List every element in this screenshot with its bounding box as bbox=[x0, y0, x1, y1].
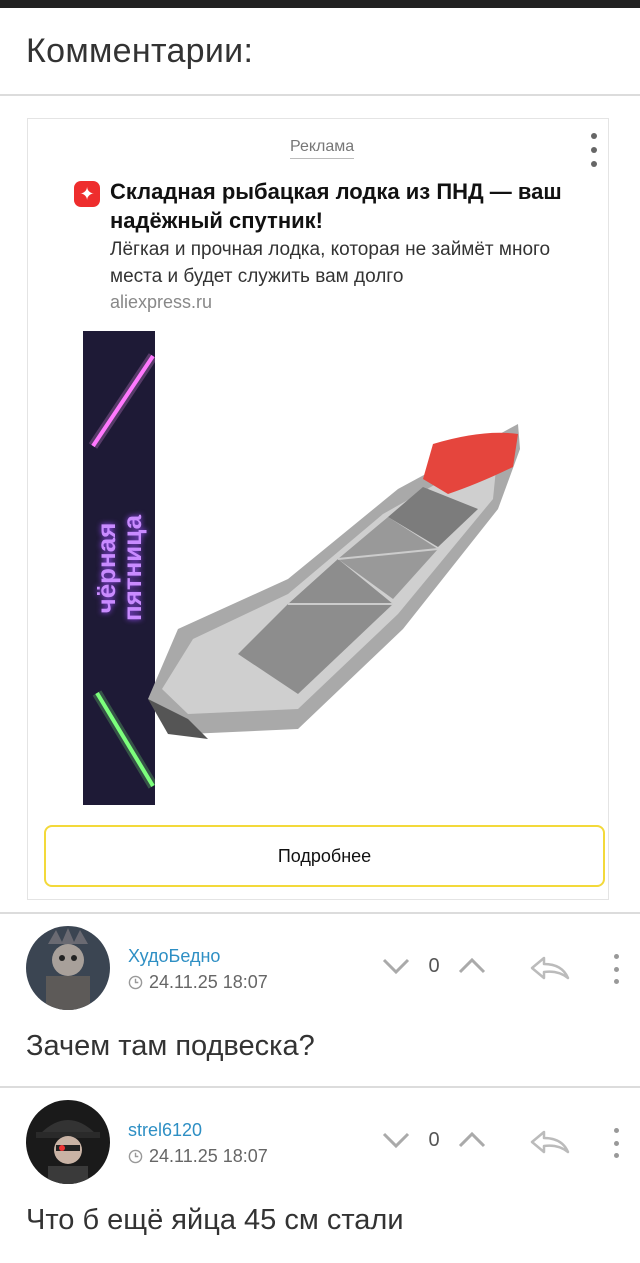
upvote-chevron-icon[interactable] bbox=[456, 954, 488, 978]
vote-count: 0 bbox=[428, 954, 440, 977]
reply-arrow-icon[interactable] bbox=[528, 1128, 572, 1156]
comment-item: ХудоБедно 24.11.25 18:07 0 Зачем там под… bbox=[0, 926, 640, 1086]
reply-arrow-icon[interactable] bbox=[528, 954, 572, 982]
banner-text: чёрная пятница bbox=[91, 514, 147, 622]
ad-title[interactable]: Складная рыбацкая лодка из ПНД — ваш над… bbox=[110, 177, 600, 235]
comment-timestamp: 24.11.25 18:07 bbox=[128, 1146, 268, 1167]
clock-icon bbox=[128, 1149, 143, 1164]
more-vertical-icon[interactable] bbox=[613, 954, 619, 984]
clock-icon bbox=[128, 975, 143, 990]
black-friday-banner: чёрная пятница bbox=[83, 331, 155, 805]
ad-description: Лёгкая и прочная лодка, которая не займё… bbox=[110, 239, 551, 287]
comment-item: strel6120 24.11.25 18:07 0 Что б ещё яйц… bbox=[0, 1100, 640, 1260]
ad-label: Реклама bbox=[290, 138, 355, 159]
vote-count: 0 bbox=[428, 1128, 440, 1151]
ad-details-button[interactable]: Подробнее bbox=[44, 825, 605, 887]
avatar[interactable] bbox=[26, 1100, 110, 1184]
status-bar bbox=[0, 0, 640, 8]
comment-text: Что б ещё яйца 45 см стали bbox=[26, 1204, 404, 1236]
divider bbox=[0, 912, 640, 914]
comment-author[interactable]: strel6120 bbox=[128, 1120, 202, 1141]
downvote-chevron-icon[interactable] bbox=[380, 954, 412, 978]
comment-author[interactable]: ХудоБедно bbox=[128, 946, 220, 967]
more-vertical-icon[interactable] bbox=[613, 1128, 619, 1158]
avatar[interactable] bbox=[26, 926, 110, 1010]
vote-control: 0 bbox=[380, 1128, 488, 1152]
comment-text: Зачем там подвеска? bbox=[26, 1030, 315, 1062]
divider bbox=[0, 1086, 640, 1088]
ad-domain[interactable]: aliexpress.ru bbox=[110, 292, 212, 313]
downvote-chevron-icon[interactable] bbox=[380, 1128, 412, 1152]
page-title: Комментарии: bbox=[26, 32, 254, 70]
comment-timestamp: 24.11.25 18:07 bbox=[128, 972, 268, 993]
vote-control: 0 bbox=[380, 954, 488, 978]
upvote-chevron-icon[interactable] bbox=[456, 1128, 488, 1152]
boat-image bbox=[148, 424, 520, 739]
ad-more-icon[interactable] bbox=[590, 133, 598, 167]
aliexpress-logo-icon: ✦ bbox=[74, 181, 100, 207]
ad-block[interactable]: Реклама ✦ Складная рыбацкая лодка из ПНД… bbox=[27, 118, 609, 900]
divider bbox=[0, 94, 640, 96]
